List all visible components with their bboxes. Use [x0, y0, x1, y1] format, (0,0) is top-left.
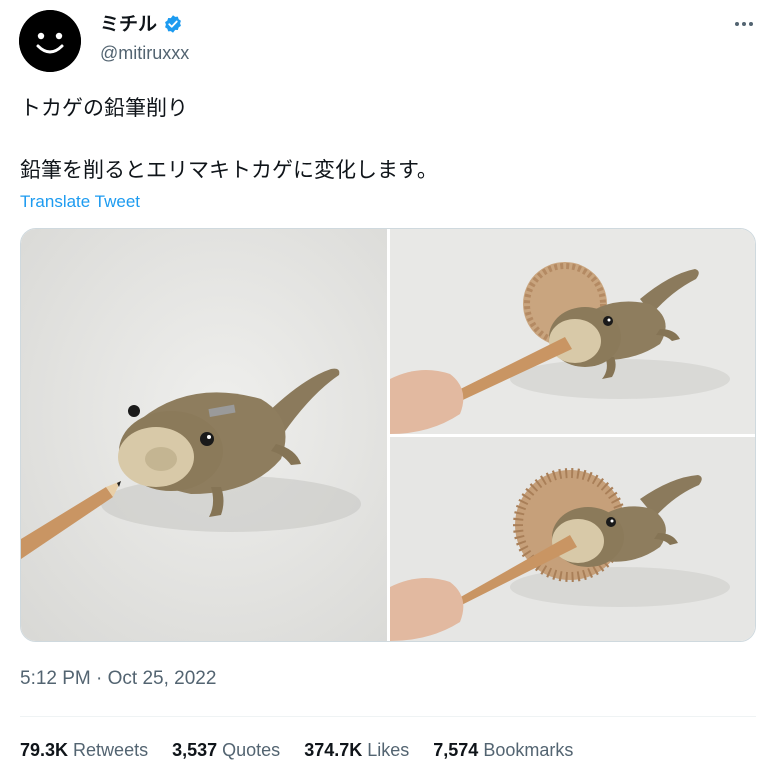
lizard-full-frill-photo [390, 437, 755, 641]
lizard-pencil-photo [21, 229, 387, 641]
verified-badge-icon [165, 15, 181, 33]
stat-quotes[interactable]: 3,537 Quotes [172, 736, 280, 764]
stat-bookmarks[interactable]: 7,574 Bookmarks [433, 736, 573, 764]
display-name[interactable]: ミチル [100, 10, 183, 38]
stat-label: Bookmarks [483, 740, 574, 760]
tweet-text-line-1: トカゲの鉛筆削り [20, 96, 188, 120]
photo-3[interactable] [390, 437, 755, 641]
smiley-face-icon [19, 10, 81, 72]
display-name-text: ミチル [100, 13, 158, 35]
tweet-stats: 79.3K Retweets 3,537 Quotes 374.7K Likes… [20, 736, 573, 764]
more-dot [735, 22, 739, 26]
stat-value: 3,537 [172, 740, 218, 760]
media-grid [20, 228, 756, 642]
more-icon[interactable] [728, 8, 760, 40]
more-dot [749, 22, 753, 26]
tweet-timestamp[interactable]: 5:12 PM · Oct 25, 2022 [20, 666, 216, 692]
stat-value: 79.3K [20, 740, 69, 760]
photo-2[interactable] [390, 229, 755, 434]
stat-retweets[interactable]: 79.3K Retweets [20, 736, 148, 764]
lizard-frill-photo [390, 229, 755, 434]
handle[interactable]: @mitiruxxx [100, 40, 189, 66]
divider [20, 716, 756, 717]
stat-label: Retweets [73, 740, 149, 760]
stat-likes[interactable]: 374.7K Likes [304, 736, 409, 764]
avatar[interactable] [19, 10, 81, 72]
photo-1[interactable] [21, 229, 387, 641]
translate-tweet-link[interactable]: Translate Tweet [20, 190, 140, 214]
stat-label: Quotes [222, 740, 281, 760]
tweet-text-line-2: 鉛筆を削るとエリマキトカゲに変化します。 [20, 158, 438, 182]
stat-value: 7,574 [433, 740, 479, 760]
more-dot [742, 22, 746, 26]
stat-label: Likes [367, 740, 410, 760]
stat-value: 374.7K [304, 740, 363, 760]
